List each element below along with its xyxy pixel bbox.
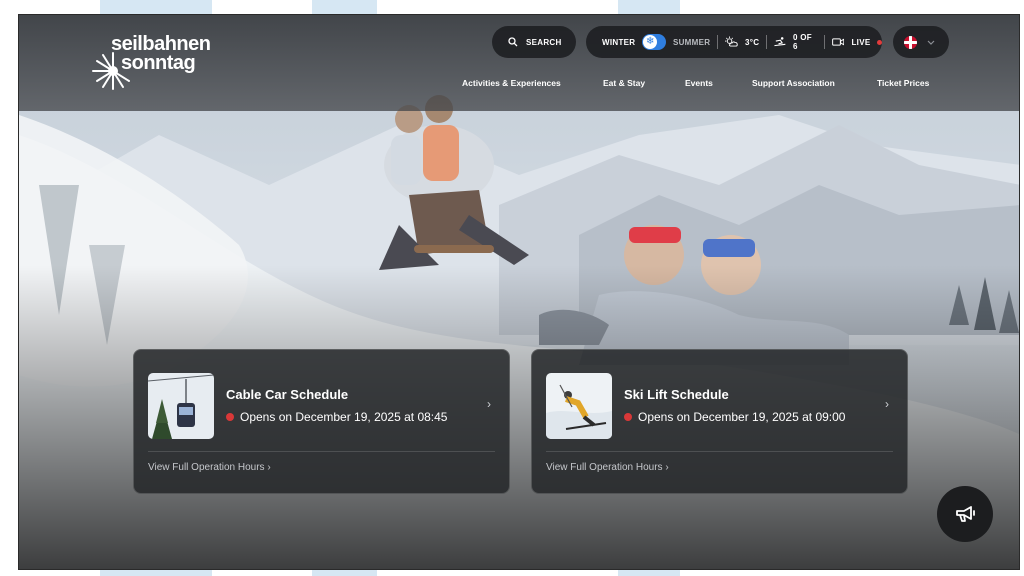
divider <box>546 451 893 452</box>
nav-eat-stay[interactable]: Eat & Stay <box>603 78 645 88</box>
temperature: 3°C <box>744 37 760 47</box>
partly-cloudy-icon <box>725 36 738 47</box>
cable-car-schedule-card[interactable]: Cable Car Schedule Opens on December 19,… <box>133 349 510 494</box>
background-shape <box>312 570 377 576</box>
summer-label[interactable]: SUMMER <box>673 38 710 47</box>
view-hours-label: View Full Operation Hours <box>546 462 663 473</box>
card-title: Ski Lift Schedule <box>624 387 729 402</box>
megaphone-icon <box>956 506 975 522</box>
closed-status-dot <box>226 413 234 421</box>
opening-text: Opens on December 19, 2025 at 09:00 <box>638 410 846 424</box>
background-shape <box>100 0 212 14</box>
chevron-right-icon[interactable]: › <box>885 397 889 411</box>
opening-status: Opens on December 19, 2025 at 08:45 <box>226 410 447 424</box>
live-webcam-link[interactable]: LIVE <box>851 38 870 47</box>
divider <box>148 451 495 452</box>
card-title: Cable Car Schedule <box>226 387 349 402</box>
ski-lift-schedule-card[interactable]: Ski Lift Schedule Opens on December 19, … <box>531 349 908 494</box>
logo-line-2: sonntag <box>121 52 196 74</box>
brand-logo[interactable]: seilbahnen sonntag <box>111 34 211 74</box>
view-hours-label: View Full Operation Hours <box>148 462 265 473</box>
winter-label[interactable]: WINTER <box>602 38 635 47</box>
search-button[interactable]: SEARCH <box>492 26 576 58</box>
divider <box>717 35 719 49</box>
cable-car-thumbnail <box>148 373 214 439</box>
search-icon <box>508 37 518 47</box>
opening-text: Opens on December 19, 2025 at 08:45 <box>240 410 448 424</box>
resort-status-bar: WINTER ❄ SUMMER 3°C 0 OF 6 LIVE <box>586 26 883 58</box>
chevron-right-icon: › <box>665 462 669 473</box>
snowflake-icon: ❄ <box>643 35 658 49</box>
nav-events[interactable]: Events <box>685 78 713 88</box>
view-hours-link[interactable]: View Full Operation Hours › <box>148 462 271 473</box>
language-selector[interactable] <box>893 26 949 58</box>
view-hours-link[interactable]: View Full Operation Hours › <box>546 462 669 473</box>
chevron-right-icon[interactable]: › <box>487 397 491 411</box>
background-shape <box>100 570 212 576</box>
closed-status-dot <box>624 413 632 421</box>
browser-viewport: seilbahnen sonntag SEARCH WINTER ❄ SUMME… <box>18 14 1020 570</box>
divider <box>823 35 825 49</box>
uk-flag-icon <box>904 35 917 49</box>
background-shape <box>312 0 377 14</box>
skier-icon <box>774 37 786 47</box>
nav-support-association[interactable]: Support Association <box>752 78 835 88</box>
chevron-down-icon <box>927 40 935 45</box>
ski-lift-thumbnail <box>546 373 612 439</box>
nav-ticket-prices[interactable]: Ticket Prices <box>877 78 929 88</box>
chevron-right-icon: › <box>267 462 271 473</box>
camera-icon <box>831 38 845 46</box>
nav-activities[interactable]: Activities & Experiences <box>462 78 561 88</box>
season-toggle[interactable]: ❄ <box>642 34 666 50</box>
opening-status: Opens on December 19, 2025 at 09:00 <box>624 410 845 424</box>
lifts-open-count: 0 OF 6 <box>793 33 812 51</box>
background-shape <box>618 0 680 14</box>
announcements-button[interactable] <box>937 486 993 542</box>
divider <box>766 35 768 49</box>
search-label: SEARCH <box>526 37 562 47</box>
background-shape <box>618 570 680 576</box>
live-indicator-dot <box>877 39 883 45</box>
